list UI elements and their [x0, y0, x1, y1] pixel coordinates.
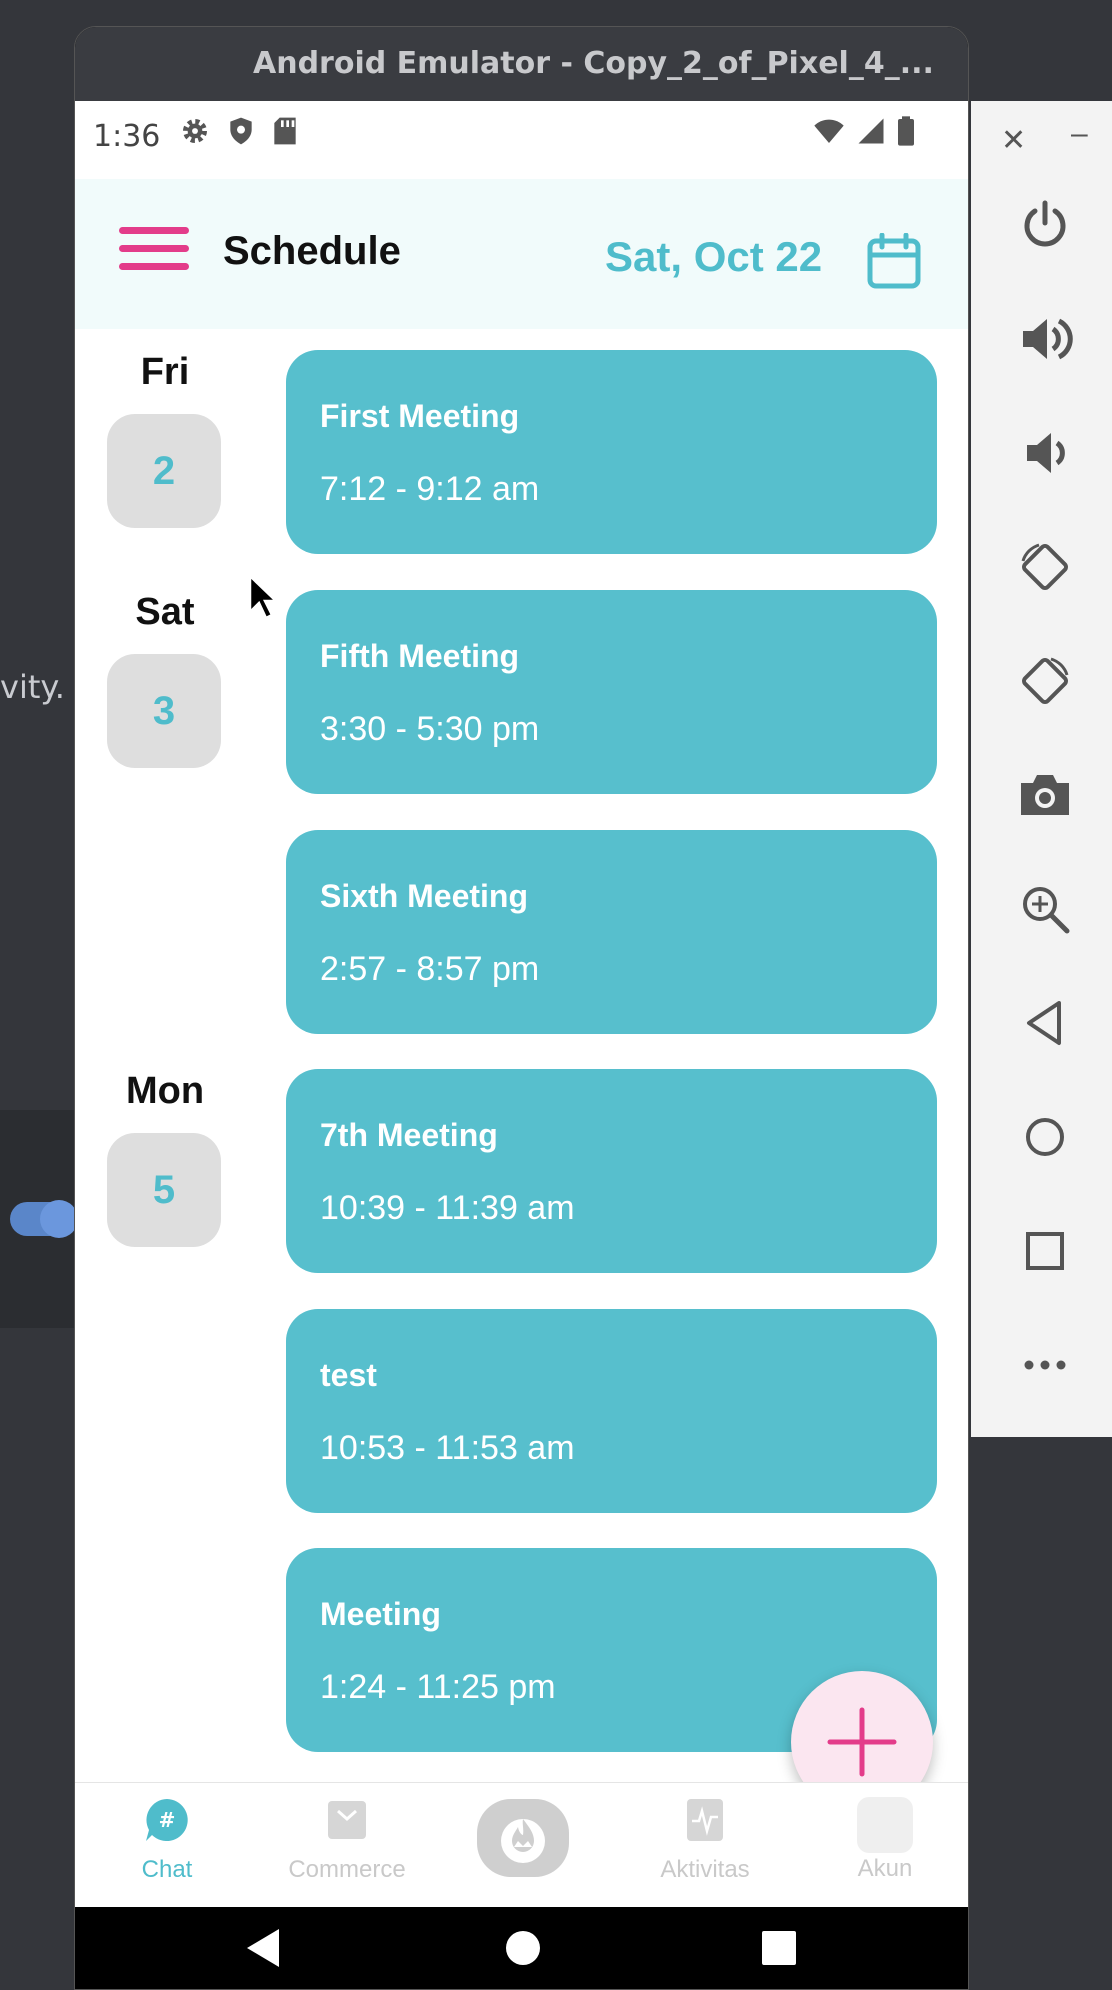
fire-icon	[501, 1819, 545, 1863]
day-mon: Mon 5	[107, 1070, 223, 1247]
phone-screen: 1:36 Schedule Sat, Oct 22 Fri 2 Sat 3 Mo…	[75, 101, 968, 1989]
schedule-list[interactable]: Fri 2 Sat 3 Mon 5 First Meeting 7:12 - 9…	[75, 329, 968, 1782]
overview-icon[interactable]	[1017, 1223, 1073, 1279]
more-icon[interactable]	[1017, 1337, 1073, 1393]
camera-icon[interactable]	[1017, 767, 1073, 823]
nav-label: Aktivitas	[660, 1856, 750, 1883]
volume-up-icon[interactable]	[1017, 311, 1073, 367]
day-sat: Sat 3	[107, 591, 223, 768]
event-time: 10:39 - 11:39 am	[320, 1189, 575, 1227]
emulator-window: Android Emulator - Copy_2_of_Pixel_4_...…	[74, 26, 969, 1990]
event-card[interactable]: First Meeting 7:12 - 9:12 am	[286, 350, 937, 554]
background-toggle	[10, 1200, 78, 1238]
event-title: Meeting	[320, 1596, 441, 1632]
bottom-navigation: # Chat Commerce Aktivitas Akun	[75, 1782, 968, 1907]
nav-label: Commerce	[288, 1856, 406, 1883]
home-icon[interactable]	[1017, 1109, 1073, 1165]
home-icon[interactable]	[505, 1927, 541, 1969]
account-icon	[857, 1797, 913, 1853]
battery-icon	[898, 116, 914, 146]
background-text: vity.	[0, 668, 65, 706]
rotate-right-icon[interactable]	[1017, 653, 1073, 709]
event-title: test	[320, 1357, 377, 1393]
event-time: 3:30 - 5:30 pm	[320, 710, 540, 748]
overview-icon[interactable]	[761, 1927, 797, 1969]
nav-label: Akun	[857, 1855, 913, 1882]
event-time: 7:12 - 9:12 am	[320, 470, 540, 508]
day-fri: Fri 2	[107, 351, 223, 528]
minimize-icon[interactable]: –	[1071, 117, 1088, 151]
calendar-icon[interactable]	[867, 233, 921, 289]
page-title: Schedule	[223, 229, 401, 273]
event-time: 10:53 - 11:53 am	[320, 1429, 575, 1467]
day-number: 3	[107, 654, 221, 768]
power-icon[interactable]	[1017, 197, 1073, 253]
menu-icon[interactable]	[119, 227, 189, 277]
event-card[interactable]: Sixth Meeting 2:57 - 8:57 pm	[286, 830, 937, 1034]
app-bar: Schedule Sat, Oct 22	[75, 179, 968, 329]
wifi-icon	[814, 119, 844, 143]
event-title: First Meeting	[320, 398, 520, 434]
plus-icon	[827, 1707, 897, 1777]
event-time: 2:57 - 8:57 pm	[320, 950, 540, 988]
nav-center[interactable]	[477, 1799, 569, 1877]
nav-label: Chat	[141, 1856, 193, 1883]
event-card[interactable]: Fifth Meeting 3:30 - 5:30 pm	[286, 590, 937, 794]
zoom-icon[interactable]	[1017, 881, 1073, 937]
signal-icon	[858, 118, 884, 144]
rotate-left-icon[interactable]	[1017, 539, 1073, 595]
event-card[interactable]: 7th Meeting 10:39 - 11:39 am	[286, 1069, 937, 1273]
nav-chat[interactable]: # Chat	[97, 1797, 237, 1884]
back-icon[interactable]	[243, 1927, 283, 1969]
event-card[interactable]: test 10:53 - 11:53 am	[286, 1309, 937, 1513]
sd-card-icon	[274, 117, 296, 145]
status-time: 1:36	[93, 119, 161, 154]
event-title: Sixth Meeting	[320, 878, 529, 914]
volume-down-icon[interactable]	[1017, 425, 1073, 481]
event-title: Fifth Meeting	[320, 638, 520, 674]
shield-icon	[230, 117, 252, 145]
day-name: Fri	[140, 351, 190, 393]
status-bar: 1:36	[75, 101, 968, 179]
nav-commerce[interactable]: Commerce	[277, 1797, 417, 1884]
mouse-cursor-icon	[248, 574, 278, 620]
back-icon[interactable]	[1017, 995, 1073, 1051]
emulator-toolbar: ✕ –	[971, 101, 1112, 1437]
nav-account[interactable]: Akun	[815, 1797, 955, 1883]
activity-icon	[687, 1799, 723, 1841]
close-icon[interactable]: ✕	[1001, 123, 1026, 158]
day-name: Mon	[125, 1070, 205, 1112]
commerce-icon	[328, 1801, 366, 1839]
day-number: 5	[107, 1133, 221, 1247]
svg-text:#: #	[159, 1808, 176, 1832]
nav-activity[interactable]: Aktivitas	[635, 1797, 775, 1884]
event-time: 1:24 - 11:25 pm	[320, 1668, 556, 1706]
system-navigation-bar	[75, 1907, 968, 1989]
event-title: 7th Meeting	[320, 1117, 498, 1153]
emulator-title[interactable]: Android Emulator - Copy_2_of_Pixel_4_...	[75, 27, 968, 101]
day-name: Sat	[135, 591, 195, 633]
day-number: 2	[107, 414, 221, 528]
chat-icon: #	[146, 1799, 188, 1841]
settings-icon	[183, 119, 207, 143]
selected-date[interactable]: Sat, Oct 22	[605, 233, 822, 281]
